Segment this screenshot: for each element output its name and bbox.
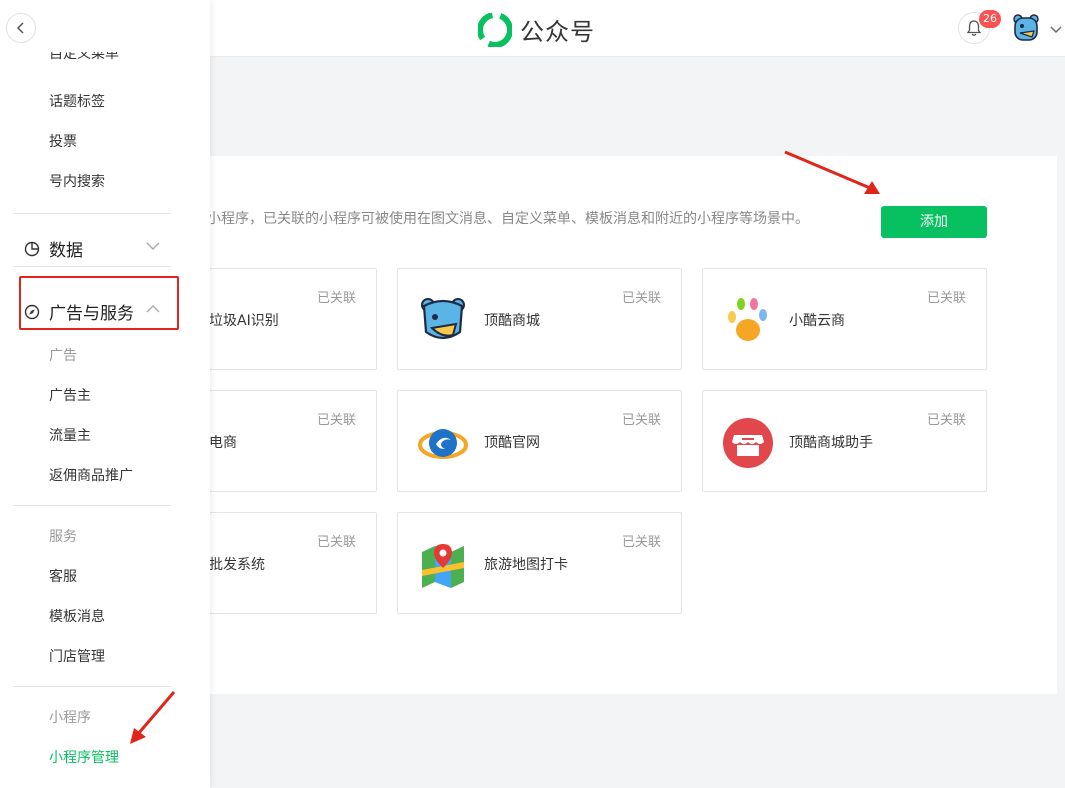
- miniprogram-card[interactable]: 已关联 顶酷商城: [397, 268, 682, 370]
- sidebar: 自定义菜单 话题标签 投票 号内搜索 数据 广告与服务 广告 广告主 流量主 返…: [0, 0, 210, 788]
- section-description: 小程序，已关联的小程序可被使用在图文消息、自定义菜单、模板消息和附近的小程序等场…: [207, 211, 809, 227]
- sidebar-section-title: 小程序: [49, 710, 91, 726]
- miniprogram-name: 顶酷商城助手: [789, 435, 873, 451]
- status-label: 已关联: [316, 291, 356, 306]
- sidebar-item-vote[interactable]: 投票: [49, 131, 77, 151]
- miniprogram-card[interactable]: 已关联 旅游地图打卡: [397, 512, 682, 614]
- status-label: 已关联: [316, 535, 356, 550]
- sidebar-item-search[interactable]: 号内搜索: [49, 171, 105, 191]
- bear-icon: [421, 298, 465, 340]
- chevron-left-icon: [16, 22, 24, 34]
- chevron-down-icon[interactable]: [146, 241, 160, 251]
- avatar[interactable]: [1012, 13, 1040, 43]
- sidebar-item-publisher[interactable]: 流量主: [49, 425, 91, 445]
- sidebar-divider: [13, 686, 171, 687]
- sidebar-group-label: 数据: [49, 241, 83, 261]
- sidebar-divider: [13, 266, 171, 267]
- miniprogram-name: 小酷云商: [789, 313, 845, 329]
- annotation-highlight-box: [19, 276, 179, 330]
- sidebar-item-miniprogram-management[interactable]: 小程序管理: [49, 747, 119, 767]
- miniprogram-name: 垃圾AI识别: [209, 313, 279, 329]
- app-title: 公众号: [520, 18, 595, 46]
- status-label: 已关联: [621, 291, 661, 306]
- map-pin-icon: [422, 544, 464, 588]
- status-label: 已关联: [316, 413, 356, 428]
- sidebar-item-store-management[interactable]: 门店管理: [49, 646, 105, 666]
- app-logo[interactable]: 公众号: [478, 12, 595, 47]
- miniprogram-name: 旅游地图打卡: [484, 557, 568, 573]
- paw-icon: [728, 298, 767, 341]
- sidebar-item-customer-service[interactable]: 客服: [49, 566, 77, 586]
- sidebar-section-title: 广告: [49, 348, 77, 364]
- miniprogram-name: 顶酷官网: [484, 435, 540, 451]
- sidebar-item-advertiser[interactable]: 广告主: [49, 385, 91, 405]
- miniprogram-card[interactable]: 已关联 小酷云商: [702, 268, 987, 370]
- chevron-down-icon[interactable]: [1049, 24, 1063, 34]
- status-label: 已关联: [926, 291, 966, 306]
- miniprogram-name: 电商: [209, 435, 237, 451]
- pie-chart-icon: [24, 241, 40, 256]
- sidebar-group-data[interactable]: 数据: [24, 236, 83, 261]
- sidebar-divider: [13, 213, 171, 214]
- status-label: 已关联: [621, 535, 661, 550]
- sidebar-item-topic-tags[interactable]: 话题标签: [49, 91, 105, 111]
- miniprogram-name: 顶酷商城: [484, 313, 540, 329]
- wechat-logo-icon: [478, 12, 512, 47]
- status-label: 已关联: [926, 413, 966, 428]
- shop-icon: [723, 418, 773, 468]
- sidebar-section-title: 服务: [49, 529, 77, 545]
- sidebar-item-commission[interactable]: 返佣商品推广: [49, 465, 133, 485]
- sidebar-item-custom-menu[interactable]: 自定义菜单: [49, 52, 119, 66]
- miniprogram-name: 批发系统: [209, 557, 265, 573]
- sidebar-item-template-message[interactable]: 模板消息: [49, 606, 105, 626]
- miniprogram-card[interactable]: 已关联 顶酷官网: [397, 390, 682, 492]
- miniprogram-card[interactable]: 已关联 顶酷商城助手: [702, 390, 987, 492]
- back-button[interactable]: [6, 13, 36, 43]
- add-miniprogram-button[interactable]: 添加: [881, 206, 987, 238]
- swirl-logo-icon: [418, 429, 468, 459]
- notification-badge: 26: [979, 10, 1001, 28]
- sidebar-divider: [13, 505, 171, 506]
- status-label: 已关联: [621, 413, 661, 428]
